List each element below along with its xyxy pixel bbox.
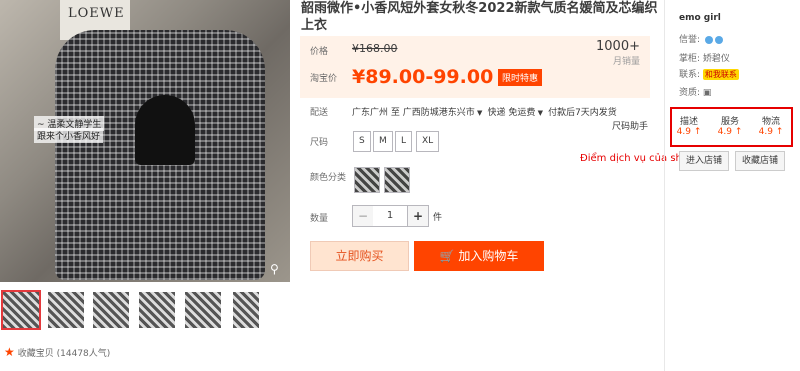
- quantity-decrease-button[interactable]: −: [352, 205, 374, 227]
- qualification-label: 资质:: [679, 88, 701, 98]
- quantity-increase-button[interactable]: +: [407, 205, 429, 227]
- shop-scores: 描述 4.9 ↑ 服务 4.9 ↑ 物流 4.9 ↑: [670, 107, 793, 147]
- zoom-icon[interactable]: ⚲: [270, 262, 279, 276]
- manager-label: 掌柜:: [679, 54, 701, 64]
- cart-icon: 🛒: [439, 249, 459, 263]
- price-label: 价格: [310, 47, 329, 57]
- score-logistics: 物流 4.9 ↑: [756, 114, 786, 137]
- shop-name[interactable]: emo girl: [679, 13, 721, 23]
- sales-count: 1000+: [596, 39, 640, 54]
- chevron-down-icon[interactable]: ▼: [475, 109, 485, 117]
- promo-badge: 限时特惠: [498, 69, 543, 86]
- favorite-shop-button[interactable]: 收藏店铺: [735, 151, 786, 171]
- product-title: 韶雨微作•小香风短外套女秋冬2022新款气质名媛简及芯编织上衣: [301, 1, 658, 33]
- size-help-link[interactable]: 尺码助手: [612, 119, 648, 132]
- contact-label: 联系:: [679, 70, 701, 80]
- shipping-to[interactable]: 广西防城港东兴市: [403, 108, 475, 118]
- favorite-text: 收藏宝贝 (14478人气): [17, 349, 111, 359]
- shipping-info: 广东广州 至 广西防城港东兴市 ▼ 快递 免运费 ▼ 付款后7天内发货: [352, 105, 617, 118]
- buy-now-button[interactable]: 立即购买: [310, 241, 409, 271]
- favorite-item[interactable]: ★ 收藏宝贝 (14478人气): [4, 345, 110, 359]
- courier[interactable]: 快递 免运费: [487, 108, 535, 118]
- color-label: 颜色分类: [310, 173, 347, 183]
- manager-row: 掌柜: 娇碧仪: [679, 51, 730, 64]
- size-option-xl[interactable]: XL: [416, 131, 440, 152]
- price-box: 价格 ¥168.00 淘宝价 ¥89.00-99.00 限时特惠 1000+ 月…: [300, 36, 650, 98]
- thumbnail-4[interactable]: [139, 292, 175, 328]
- sales-unit: 月销量: [612, 57, 640, 67]
- add-to-cart-button[interactable]: 🛒 加入购物车: [414, 241, 544, 271]
- thumbnail-1[interactable]: [1, 290, 41, 330]
- size-option-s[interactable]: S: [353, 131, 371, 152]
- thumbnail-strip: [0, 290, 292, 332]
- thumbnail-6[interactable]: [233, 292, 259, 328]
- color-option-1[interactable]: [354, 167, 380, 193]
- delivery-time: 付款后7天内发货: [548, 108, 617, 118]
- star-icon: ★: [4, 345, 15, 359]
- quantity-input[interactable]: 1: [373, 205, 407, 227]
- thumbnail-3[interactable]: [93, 292, 129, 328]
- quantity-unit: 件: [433, 213, 443, 223]
- enter-shop-button[interactable]: 进入店铺: [679, 151, 730, 171]
- score-desc-value: 4.9 ↑: [676, 127, 702, 137]
- shop-panel: emo girl 信誉: 掌柜: 娇碧仪 联系: 和我联系 资质: ▣: [664, 0, 800, 371]
- add-to-cart-label: 加入购物车: [458, 249, 519, 263]
- size-label: 尺码: [310, 138, 329, 148]
- image-caption-2: 跟来个小香风好: [34, 128, 104, 143]
- shipping-label: 配送: [310, 108, 329, 118]
- monthly-sales: 1000+ 月销量: [596, 39, 640, 67]
- score-desc-label: 描述: [679, 117, 698, 127]
- quantity-label: 数量: [310, 214, 329, 224]
- size-option-m[interactable]: M: [373, 131, 393, 152]
- credit-badge-icon: [704, 35, 713, 44]
- score-service-label: 服务: [720, 117, 739, 127]
- qualification-row: 资质: ▣: [679, 85, 711, 98]
- score-description: 描述 4.9 ↑: [674, 114, 704, 137]
- manager-name[interactable]: 娇碧仪: [703, 54, 730, 64]
- score-service-value: 4.9 ↑: [717, 127, 743, 137]
- score-logistics-label: 物流: [761, 117, 780, 127]
- original-price: ¥168.00: [352, 42, 398, 55]
- current-price: ¥89.00-99.00: [352, 66, 494, 88]
- chevron-down-icon[interactable]: ▼: [535, 109, 545, 117]
- contact-row: 联系: 和我联系: [679, 67, 739, 80]
- size-option-l[interactable]: L: [395, 131, 413, 152]
- score-service: 服务 4.9 ↑: [715, 114, 745, 137]
- product-gallery: LOEWE ~ 温柔文静学生 跟来个小香风好 ⚲ ★ 收藏宝贝 (14478人气): [0, 0, 292, 371]
- thumbnail-5[interactable]: [185, 292, 221, 328]
- score-logistics-value: 4.9 ↑: [758, 127, 784, 137]
- thumbnail-2[interactable]: [48, 292, 84, 328]
- credit-label: 信誉:: [679, 35, 701, 45]
- main-product-image[interactable]: LOEWE ~ 温柔文静学生 跟来个小香风好 ⚲: [0, 0, 290, 282]
- credit-badge-icon: [714, 35, 723, 44]
- license-icon[interactable]: ▣: [703, 88, 712, 98]
- contact-button[interactable]: 和我联系: [702, 69, 739, 80]
- bow-detail: [135, 95, 195, 165]
- shipping-from: 广东广州 至: [352, 108, 400, 118]
- taobao-price-label: 淘宝价: [310, 74, 338, 84]
- poster-text: LOEWE: [68, 6, 125, 21]
- credit-row: 信誉:: [679, 32, 723, 45]
- color-option-2[interactable]: [384, 167, 410, 193]
